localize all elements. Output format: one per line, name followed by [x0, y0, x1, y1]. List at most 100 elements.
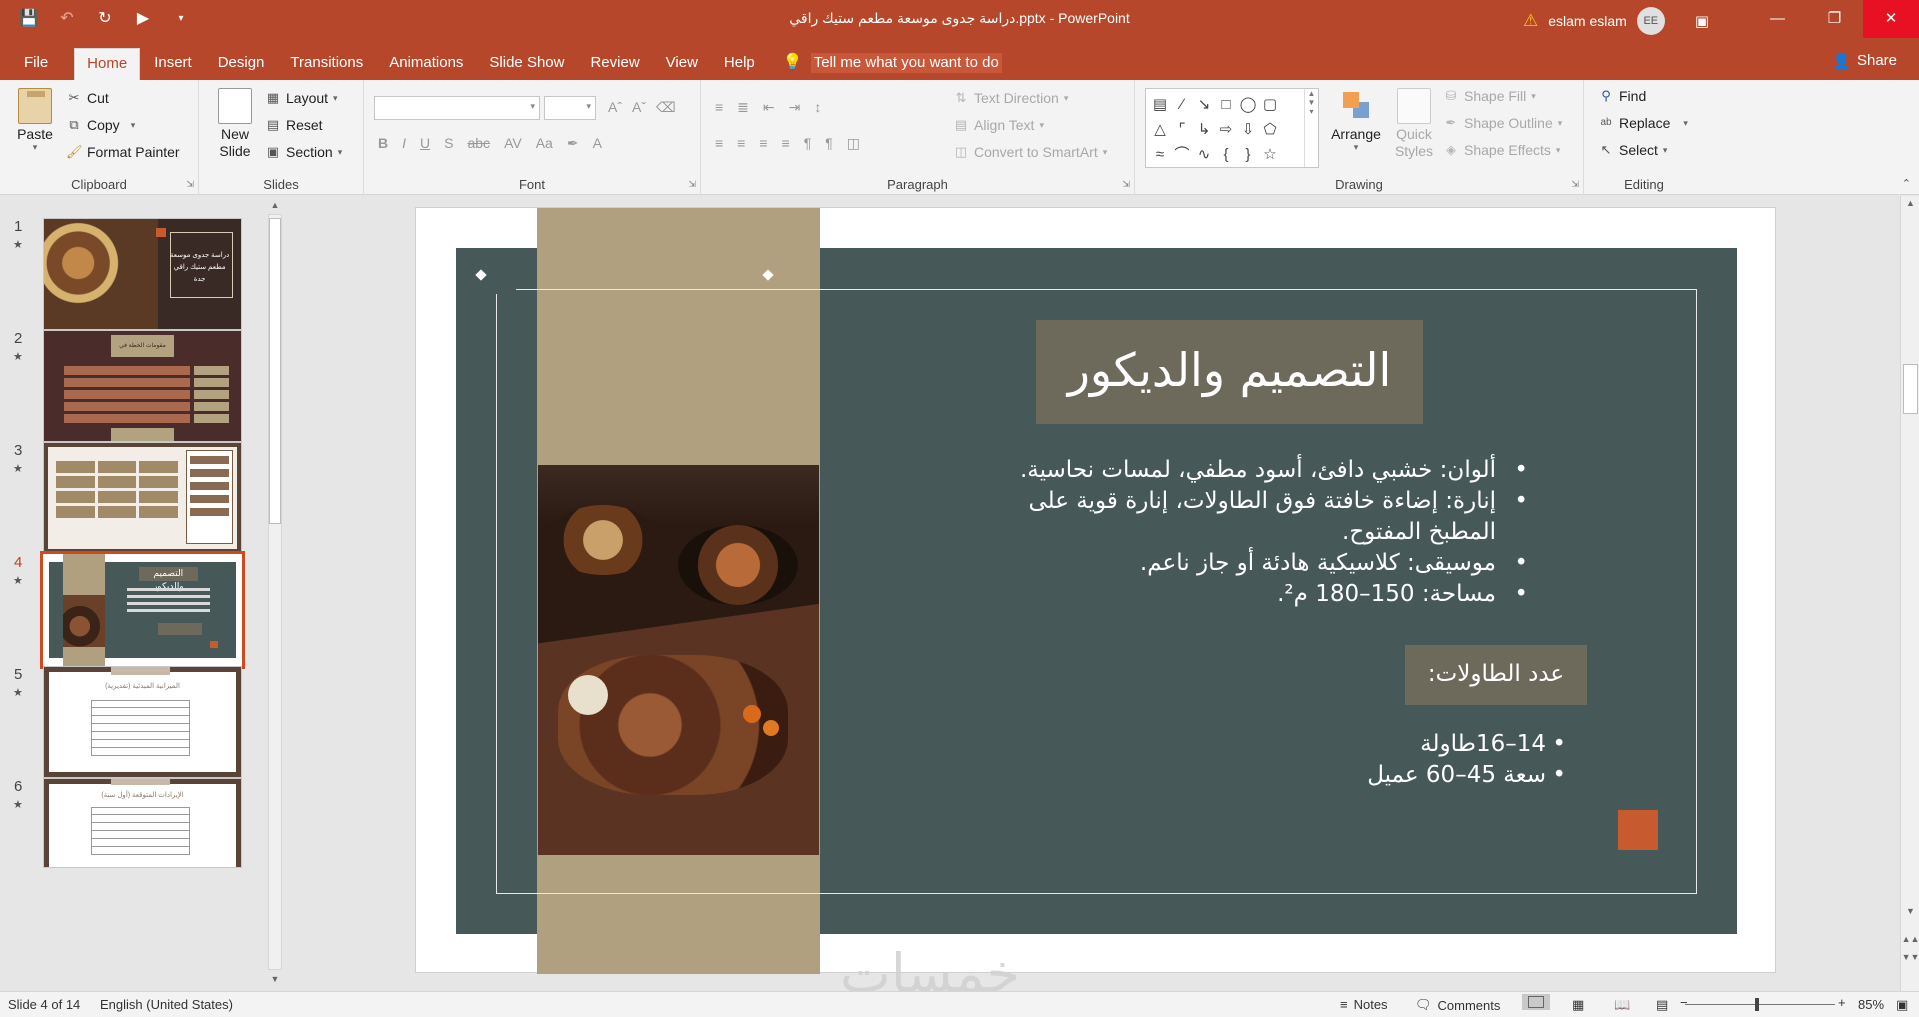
- tell-me-input[interactable]: Tell me what you want to do: [810, 53, 1002, 73]
- normal-view-button[interactable]: [1522, 994, 1550, 1010]
- triangle-icon[interactable]: △: [1149, 117, 1171, 142]
- text-box-icon[interactable]: ▤: [1149, 92, 1171, 117]
- minimize-button[interactable]: —: [1749, 0, 1806, 38]
- down-arrow-icon[interactable]: ⇩: [1237, 117, 1259, 142]
- rectangle-icon[interactable]: □: [1215, 92, 1237, 117]
- zoom-slider[interactable]: [1685, 1004, 1835, 1005]
- tab-insert[interactable]: Insert: [142, 48, 204, 80]
- language-indicator[interactable]: English (United States): [100, 997, 233, 1012]
- elbow-connector-icon[interactable]: ⌜: [1171, 117, 1193, 142]
- scroll-down-icon[interactable]: ▼: [1901, 906, 1919, 916]
- tab-slide-show[interactable]: Slide Show: [477, 48, 576, 80]
- paste-button[interactable]: Paste ▾: [14, 88, 56, 153]
- slide-thumbnail-5[interactable]: 5 ★ الميزانية المبدئية (تقديرية): [0, 666, 260, 786]
- dialog-launcher-icon[interactable]: ⇲: [186, 179, 194, 190]
- shadow-icon[interactable]: S: [444, 135, 453, 152]
- tab-animations[interactable]: Animations: [377, 48, 475, 80]
- notes-button[interactable]: ≡ Notes: [1340, 997, 1388, 1012]
- slide-preview[interactable]: التصميم والديكور: [40, 551, 245, 669]
- scroll-up-icon[interactable]: ▲: [1901, 198, 1919, 208]
- font-size-combo[interactable]: ▾: [544, 96, 596, 120]
- new-slide-button[interactable]: New Slide: [213, 88, 257, 160]
- decrease-indent-icon[interactable]: ⇤: [763, 99, 775, 116]
- rtl-icon[interactable]: ¶: [804, 135, 812, 152]
- slide-thumbnail-6[interactable]: 6 ★ الإيرادات المتوقعة (أول سنة): [0, 778, 260, 898]
- align-center-icon[interactable]: ≡: [737, 135, 745, 152]
- redo-icon[interactable]: ↻: [94, 8, 116, 30]
- tab-transitions[interactable]: Transitions: [278, 48, 375, 80]
- ribbon-display-options-icon[interactable]: ▣: [1695, 12, 1709, 30]
- slide-thumbnail-3[interactable]: 3 ★: [0, 442, 260, 562]
- layout-button[interactable]: ▦ Layout ▾: [265, 90, 338, 106]
- start-from-beginning-icon[interactable]: ▶: [132, 8, 154, 30]
- change-case-icon[interactable]: Aa: [536, 135, 553, 152]
- slide-preview[interactable]: الميزانية المبدئية (تقديرية): [43, 666, 242, 778]
- line-icon[interactable]: ∕: [1171, 92, 1193, 117]
- right-brace-icon[interactable]: }: [1237, 142, 1259, 167]
- slide-title[interactable]: التصميم والديكور: [1036, 320, 1423, 424]
- slide-preview[interactable]: دراسة جدوى موسعة مطعم ستيك راقي جدة: [43, 218, 242, 330]
- grow-font-icon[interactable]: Aˆ: [608, 99, 622, 116]
- warning-icon[interactable]: ⚠: [1523, 11, 1538, 31]
- slideshow-view-button[interactable]: ▤: [1656, 997, 1668, 1013]
- gallery-scroll[interactable]: ▲ ▼ ▾: [1304, 89, 1318, 167]
- align-text-button[interactable]: ▤ Align Text ▾: [953, 117, 1044, 133]
- select-button[interactable]: ↖ Select ▾: [1598, 142, 1668, 158]
- slide-preview[interactable]: الإيرادات المتوقعة (أول سنة): [43, 778, 242, 868]
- steak-dinner-photo[interactable]: [538, 465, 819, 855]
- tab-help[interactable]: Help: [712, 48, 767, 80]
- columns-icon[interactable]: ◫: [847, 135, 860, 152]
- scroll-up-icon[interactable]: ▲: [268, 200, 282, 210]
- rounded-rectangle-icon[interactable]: ▢: [1259, 92, 1281, 117]
- align-left-icon[interactable]: ≡: [715, 135, 723, 152]
- close-button[interactable]: ✕: [1863, 0, 1919, 38]
- previous-slide-icon[interactable]: ▲▲: [1901, 934, 1919, 944]
- scroll-thumb[interactable]: [269, 218, 281, 524]
- reading-view-button[interactable]: 📖: [1614, 997, 1630, 1013]
- user-name[interactable]: eslam eslam: [1548, 13, 1627, 29]
- bullets-icon[interactable]: ≡: [715, 99, 723, 116]
- clear-formatting-icon[interactable]: ⌫: [656, 99, 676, 116]
- scroll-down-icon[interactable]: ▼: [268, 974, 282, 984]
- tab-home[interactable]: Home: [74, 48, 141, 80]
- highlight-icon[interactable]: ✒: [567, 135, 579, 152]
- slide-thumbnail-2[interactable]: 2 ★ مقومات الخطة في المشروع: [0, 330, 260, 450]
- arrow-line-icon[interactable]: ↘: [1193, 92, 1215, 117]
- thumbnail-scrollbar[interactable]: ▲ ▼: [264, 196, 284, 991]
- zoom-slider-thumb[interactable]: [1755, 998, 1759, 1011]
- slide-sorter-button[interactable]: ▦: [1572, 997, 1584, 1013]
- tables-bullets[interactable]: 14–16طاولة سعة 45–60 عميل: [1236, 729, 1566, 791]
- shape-outline-button[interactable]: ✒ Shape Outline ▾: [1443, 115, 1563, 131]
- tables-subheading[interactable]: عدد الطاولات:: [1405, 645, 1587, 705]
- tab-design[interactable]: Design: [206, 48, 277, 80]
- shapes-gallery[interactable]: ▤ ∕ ↘ □ ◯ ▢ △ ⌜ ↳ ⇨ ⇩ ⬠ ≈ ⌒ ∿ { } ☆ ▲ ▼ …: [1145, 88, 1319, 168]
- font-name-combo[interactable]: ▾: [374, 96, 540, 120]
- convert-smartart-button[interactable]: ◫ Convert to SmartArt ▾: [953, 144, 1107, 160]
- curve-icon[interactable]: ∿: [1193, 142, 1215, 167]
- quick-styles-button[interactable]: Quick Styles: [1389, 88, 1439, 160]
- restore-button[interactable]: ❐: [1806, 0, 1863, 38]
- zoom-out-icon[interactable]: −: [1680, 995, 1688, 1010]
- design-bullets[interactable]: ألوان: خشبي دافئ، أسود مطفي، لمسات نحاسي…: [976, 455, 1528, 610]
- collapse-ribbon-icon[interactable]: ⌃: [1902, 177, 1911, 190]
- text-direction-button[interactable]: ⇅ Text Direction ▾: [953, 90, 1069, 106]
- zoom-in-icon[interactable]: +: [1838, 995, 1846, 1010]
- numbering-icon[interactable]: ≣: [737, 99, 749, 116]
- comments-button[interactable]: 🗨 Comments: [1415, 997, 1500, 1013]
- bold-icon[interactable]: B: [378, 135, 388, 152]
- replace-button[interactable]: ab Replace ▾: [1598, 115, 1687, 131]
- justify-icon[interactable]: ≡: [782, 135, 790, 152]
- slide-scrollbar[interactable]: ▲ ▼ ▲▲ ▼▼: [1900, 196, 1919, 991]
- italic-icon[interactable]: I: [402, 135, 406, 152]
- cut-button[interactable]: ✂ Cut: [66, 90, 109, 106]
- underline-icon[interactable]: U: [420, 135, 430, 152]
- reset-button[interactable]: ▤ Reset: [265, 117, 323, 133]
- freeform-icon[interactable]: ⬠: [1259, 117, 1281, 142]
- copy-button[interactable]: ⧉ Copy ▾: [66, 117, 135, 133]
- dialog-launcher-icon[interactable]: ⇲: [1571, 179, 1579, 190]
- elbow-arrow-icon[interactable]: ↳: [1193, 117, 1215, 142]
- current-slide[interactable]: التصميم والديكور ألوان: خشبي دافئ، أسود …: [415, 207, 1776, 974]
- shrink-font-icon[interactable]: Aˇ: [632, 99, 646, 116]
- scroll-thumb[interactable]: [1903, 364, 1918, 414]
- undo-icon[interactable]: ↶: [56, 8, 78, 30]
